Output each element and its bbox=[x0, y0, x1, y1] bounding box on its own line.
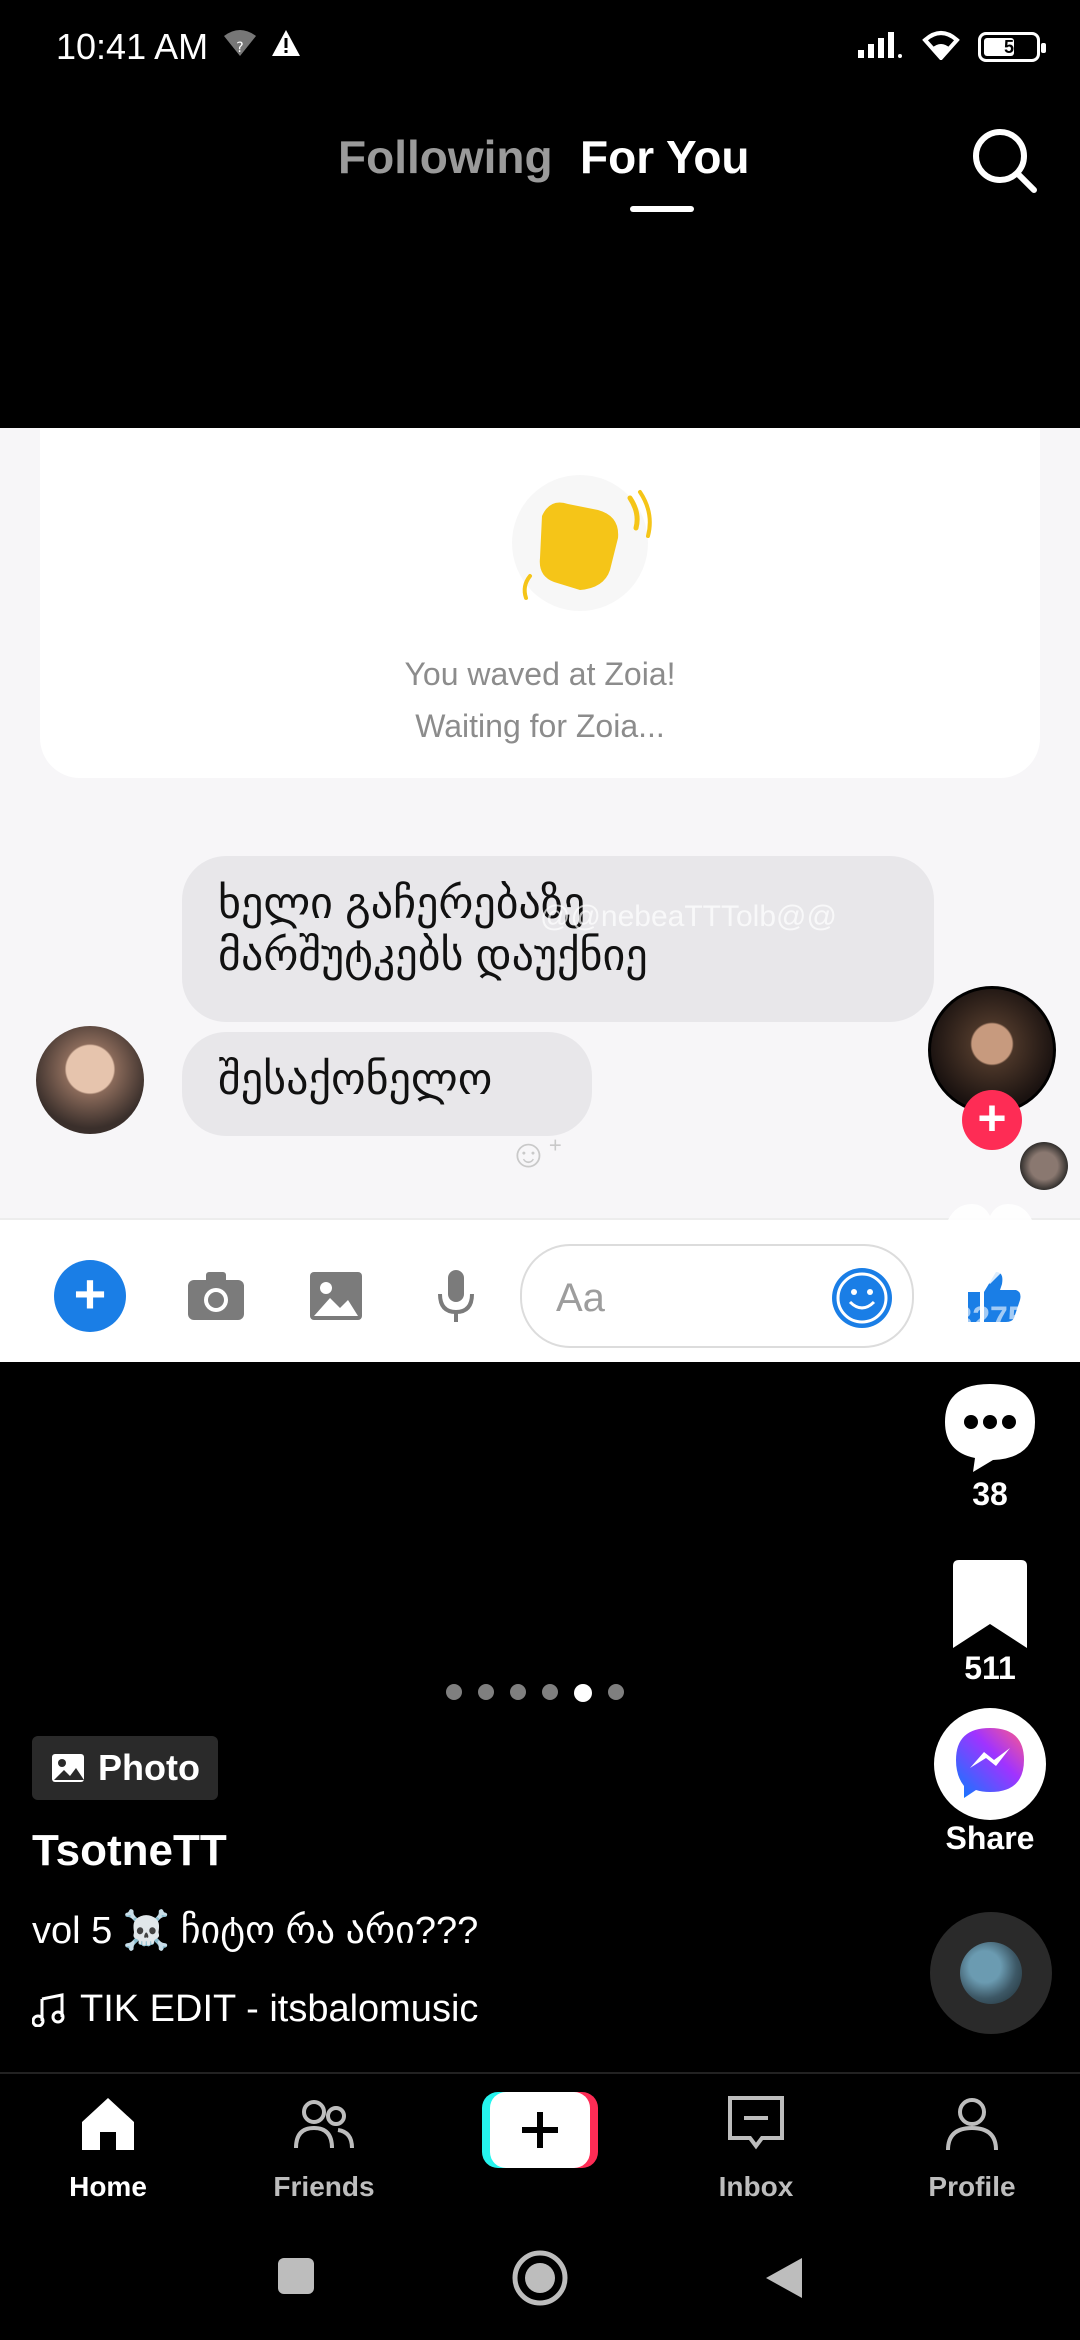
carousel-dot bbox=[542, 1684, 558, 1700]
nav-home-label: Home bbox=[69, 2171, 147, 2202]
bookmark-icon bbox=[953, 1560, 1027, 1648]
mini-avatar bbox=[1020, 1142, 1068, 1190]
post-image[interactable]: You waved at Zoia! Waiting for Zoia... ხ… bbox=[0, 428, 1080, 1362]
watermark: @@nebeaTTTolb@@ bbox=[540, 900, 837, 933]
search-button[interactable] bbox=[968, 124, 1040, 196]
nav-inbox[interactable]: Inbox bbox=[676, 2092, 836, 2203]
bottom-nav: Home Friends Inbox Profile bbox=[0, 2072, 1080, 2220]
sender-avatar bbox=[36, 1026, 144, 1134]
photo-badge-label: Photo bbox=[98, 1747, 200, 1788]
save-button[interactable] bbox=[935, 1554, 1045, 1654]
status-bar: 10:41 AM ? 5 bbox=[0, 0, 1080, 96]
status-left-icons: ? bbox=[222, 28, 302, 66]
carousel-dot-active bbox=[574, 1684, 592, 1702]
microphone-icon bbox=[424, 1264, 488, 1328]
wave-box: You waved at Zoia! Waiting for Zoia... bbox=[40, 428, 1040, 778]
follow-button[interactable]: + bbox=[962, 1090, 1022, 1150]
comment-button[interactable] bbox=[935, 1376, 1045, 1476]
home-icon bbox=[82, 2098, 134, 2150]
like-count: 3275 bbox=[954, 1300, 1026, 1336]
heart-icon bbox=[945, 1204, 1035, 1284]
gallery-icon bbox=[304, 1264, 368, 1328]
search-icon bbox=[973, 129, 1037, 193]
wave-line-2: Waiting for Zoia... bbox=[415, 708, 665, 744]
status-time: 10:41 AM bbox=[56, 26, 209, 67]
music-note-icon bbox=[32, 1992, 65, 2027]
comment-icon bbox=[945, 1384, 1035, 1472]
waving-hand-icon bbox=[480, 458, 680, 618]
carousel-dot bbox=[478, 1684, 494, 1700]
comment-count: 38 bbox=[972, 1476, 1008, 1512]
back-triangle-icon bbox=[766, 2258, 802, 2298]
warning-icon bbox=[270, 28, 302, 66]
battery-level: 5 bbox=[1003, 36, 1014, 57]
create-plus-icon bbox=[482, 2092, 598, 2168]
square-icon bbox=[278, 2258, 314, 2294]
nav-profile[interactable]: Profile bbox=[892, 2092, 1052, 2203]
nav-profile-label: Profile bbox=[928, 2171, 1016, 2202]
svg-text:?: ? bbox=[236, 40, 243, 56]
inbox-icon bbox=[728, 2096, 784, 2150]
author-name[interactable]: TsotneTT bbox=[32, 1826, 227, 1876]
friends-icon bbox=[294, 2100, 354, 2149]
share-button[interactable] bbox=[934, 1708, 1046, 1820]
create-button[interactable] bbox=[482, 2092, 598, 2168]
top-nav: Following For You bbox=[0, 120, 1080, 220]
emoji-icon bbox=[832, 1268, 892, 1328]
nav-friends[interactable]: Friends bbox=[244, 2092, 404, 2203]
nav-inbox-label: Inbox bbox=[718, 2171, 794, 2202]
add-reaction-icon: ☺+ bbox=[508, 1132, 562, 1176]
bubble-1-line-2: მარშუტკებს დაუქნიე bbox=[218, 931, 648, 980]
nav-home[interactable]: Home bbox=[28, 2092, 188, 2203]
composer-input: Aa bbox=[520, 1244, 914, 1348]
image-icon bbox=[52, 1754, 84, 1782]
recents-button[interactable] bbox=[276, 2256, 316, 2301]
wifi-question-icon: ? bbox=[222, 28, 258, 66]
carousel-dot bbox=[510, 1684, 526, 1700]
messenger-icon bbox=[956, 1728, 1024, 1798]
profile-icon bbox=[946, 2098, 998, 2151]
system-nav-bar bbox=[0, 2218, 1080, 2340]
back-button[interactable] bbox=[762, 2254, 806, 2307]
song-title: TIK EDIT - itsbalomusic bbox=[80, 1988, 479, 2030]
carousel-dot bbox=[608, 1684, 624, 1700]
camera-icon bbox=[184, 1264, 248, 1328]
share-label: Share bbox=[945, 1820, 1035, 1856]
signal-icon bbox=[856, 28, 904, 65]
song-link[interactable]: TIK EDIT - itsbalomusic bbox=[32, 1988, 478, 2031]
messenger-composer: + Aa bbox=[0, 1218, 1080, 1362]
status-right-icons: 5 bbox=[856, 28, 1046, 65]
carousel-indicator bbox=[446, 1684, 624, 1702]
composer-placeholder: Aa bbox=[556, 1276, 605, 1320]
battery-icon: 5 bbox=[978, 31, 1046, 62]
tab-following[interactable]: Following bbox=[338, 130, 553, 184]
post-caption: vol 5 ☠️ ჩიტო რა არი??? bbox=[32, 1910, 479, 1952]
message-bubble-2: შესაქონელო bbox=[182, 1032, 592, 1136]
carousel-dot bbox=[446, 1684, 462, 1700]
message-bubble-1: ხელი გაჩერებაზე მარშუტკებს დაუქნიე bbox=[182, 856, 934, 1022]
tab-for-you[interactable]: For You bbox=[580, 130, 750, 184]
circle-icon bbox=[512, 2250, 568, 2306]
nav-friends-label: Friends bbox=[273, 2171, 375, 2202]
save-count: 511 bbox=[964, 1650, 1016, 1686]
home-system-button[interactable] bbox=[510, 2248, 570, 2313]
wifi-icon bbox=[920, 28, 962, 65]
tab-active-indicator bbox=[630, 206, 694, 212]
composer-plus-icon: + bbox=[54, 1260, 126, 1332]
music-cover bbox=[960, 1942, 1022, 2004]
music-disc[interactable] bbox=[930, 1912, 1052, 2034]
wave-line-1: You waved at Zoia! bbox=[404, 656, 676, 692]
like-button[interactable] bbox=[942, 1200, 1038, 1293]
photo-badge: Photo bbox=[32, 1736, 218, 1800]
